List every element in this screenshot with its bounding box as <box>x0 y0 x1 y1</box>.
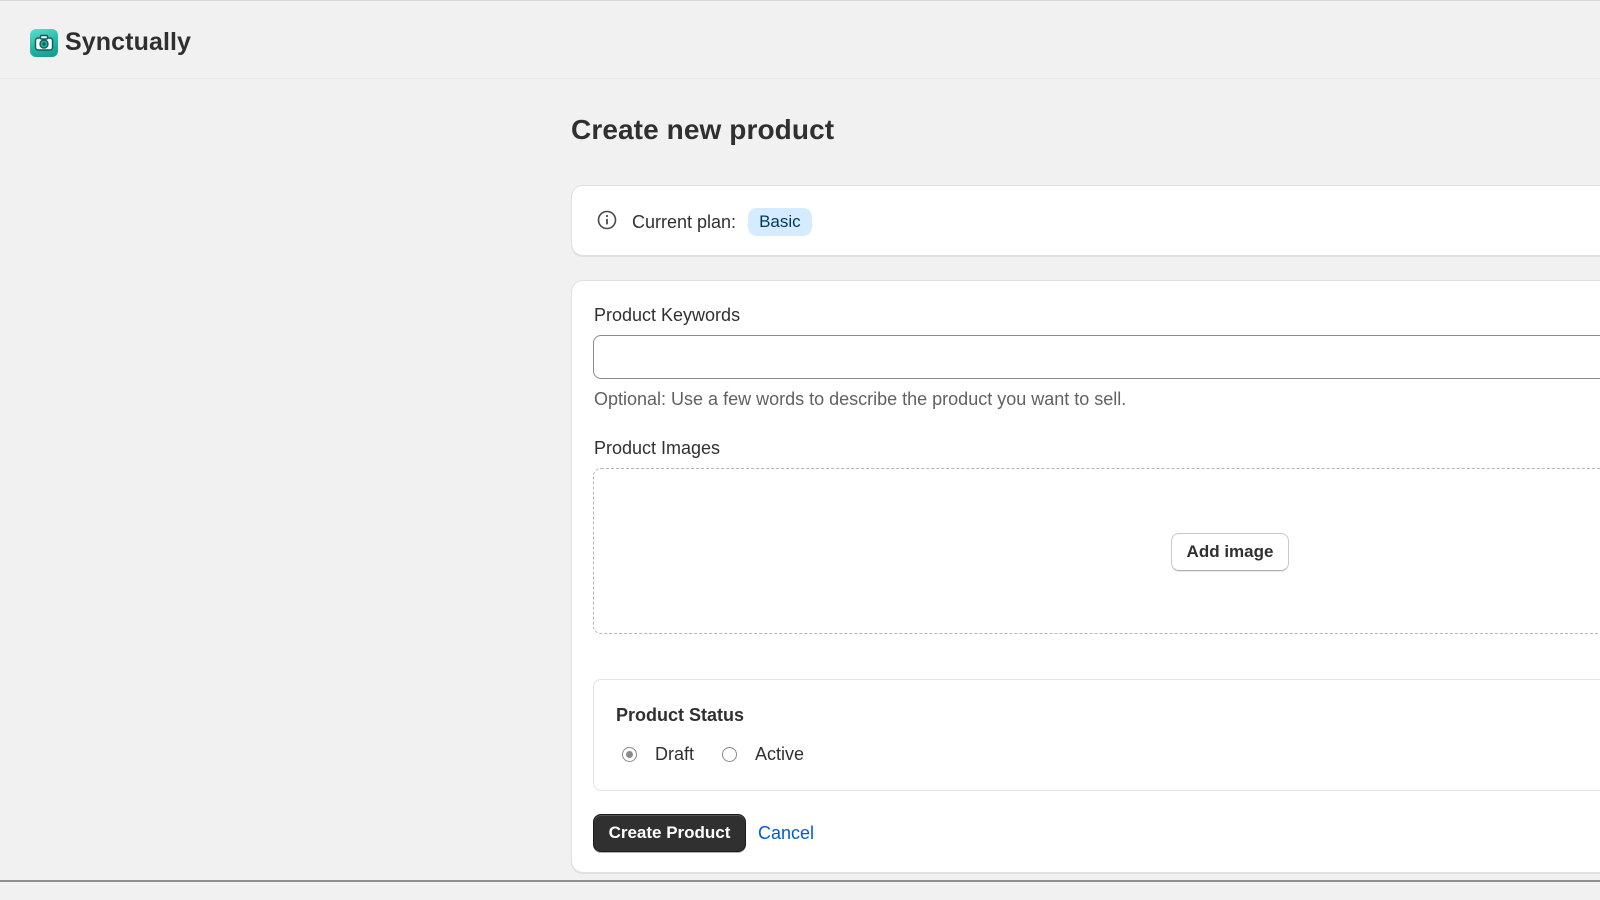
image-dropzone[interactable]: Add image <box>593 468 1600 634</box>
active-label: Active <box>755 744 805 764</box>
brand[interactable]: Synctually <box>30 28 191 57</box>
camera-icon <box>30 28 58 57</box>
status-option-draft[interactable]: Draft <box>622 744 694 765</box>
status-title: Product Status <box>616 705 745 725</box>
app-name: Synctually <box>65 28 192 56</box>
page-title: Create new product <box>571 114 835 145</box>
plan-row: Current plan: Basic <box>597 208 812 236</box>
info-icon <box>597 210 617 235</box>
bottom-divider <box>0 880 1600 882</box>
draft-label: Draft <box>655 744 695 764</box>
status-radio-group: Draft Active <box>622 744 804 765</box>
keywords-label: Product Keywords <box>594 305 741 325</box>
top-bar: Synctually <box>0 0 1600 79</box>
create-product-button[interactable]: Create Product <box>593 814 746 852</box>
product-form-card: Product Keywords Optional: Use a few wor… <box>571 280 1600 873</box>
add-image-button[interactable]: Add image <box>1171 533 1289 571</box>
active-radio[interactable] <box>722 747 738 762</box>
plan-card: Current plan: Basic <box>571 185 1600 256</box>
keywords-input[interactable] <box>593 335 1600 379</box>
plan-badge: Basic <box>748 208 812 236</box>
cancel-link[interactable]: Cancel <box>758 823 814 844</box>
plan-label: Current plan: <box>632 211 737 232</box>
keywords-help-text: Optional: Use a few words to describe th… <box>594 389 1127 409</box>
draft-radio[interactable] <box>622 747 637 762</box>
images-label: Product Images <box>594 438 721 458</box>
product-status-box: Product Status Draft Active <box>593 679 1600 791</box>
status-option-active[interactable]: Active <box>722 744 804 765</box>
